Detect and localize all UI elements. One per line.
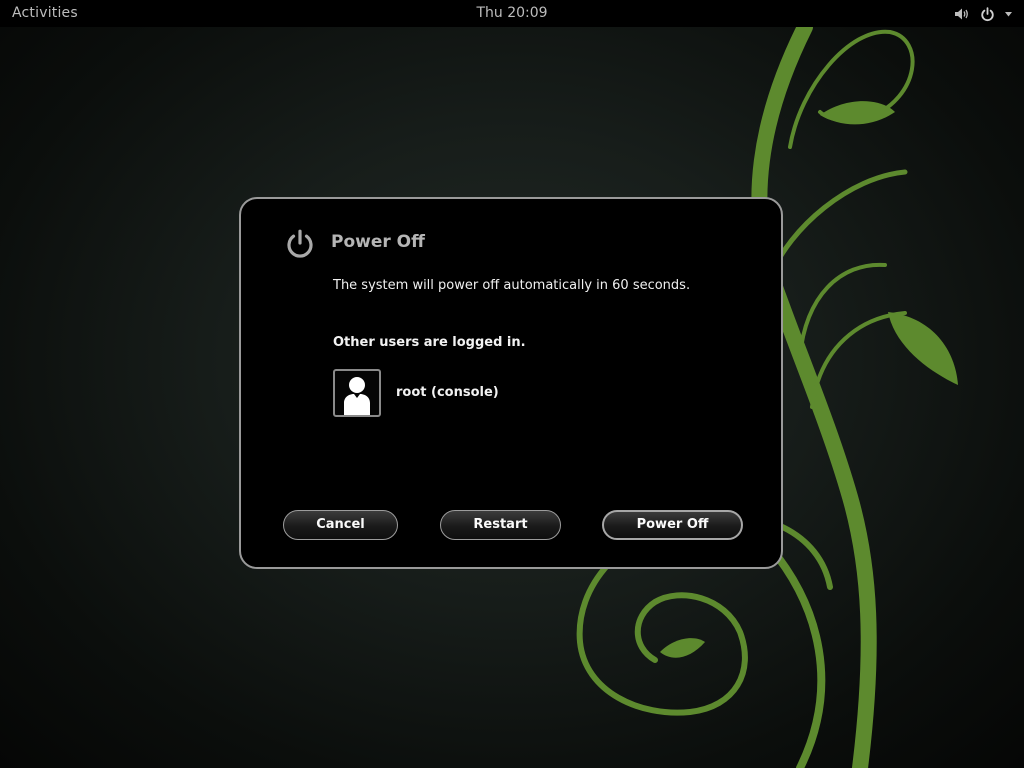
chevron-down-icon[interactable]: [1005, 11, 1012, 17]
speaker-volume-icon[interactable]: [954, 7, 970, 21]
screen: Activities Thu 20:09 Power Off The syste…: [0, 0, 1024, 768]
dialog-description: The system will power off automatically …: [333, 278, 691, 293]
dialog-title: Power Off: [331, 232, 425, 252]
logged-in-user-name: root (console): [396, 385, 499, 400]
power-off-dialog: Power Off The system will power off auto…: [239, 197, 783, 569]
system-tray[interactable]: [954, 5, 1012, 23]
logged-in-users-heading: Other users are logged in.: [333, 335, 526, 350]
user-avatar-icon: [333, 369, 381, 417]
restart-button[interactable]: Restart: [440, 510, 561, 540]
power-icon: [284, 228, 316, 264]
power-off-button[interactable]: Power Off: [602, 510, 743, 540]
cancel-button[interactable]: Cancel: [283, 510, 398, 540]
top-panel: Activities Thu 20:09: [0, 0, 1024, 27]
clock[interactable]: Thu 20:09: [0, 5, 1024, 21]
power-icon[interactable]: [980, 6, 995, 22]
